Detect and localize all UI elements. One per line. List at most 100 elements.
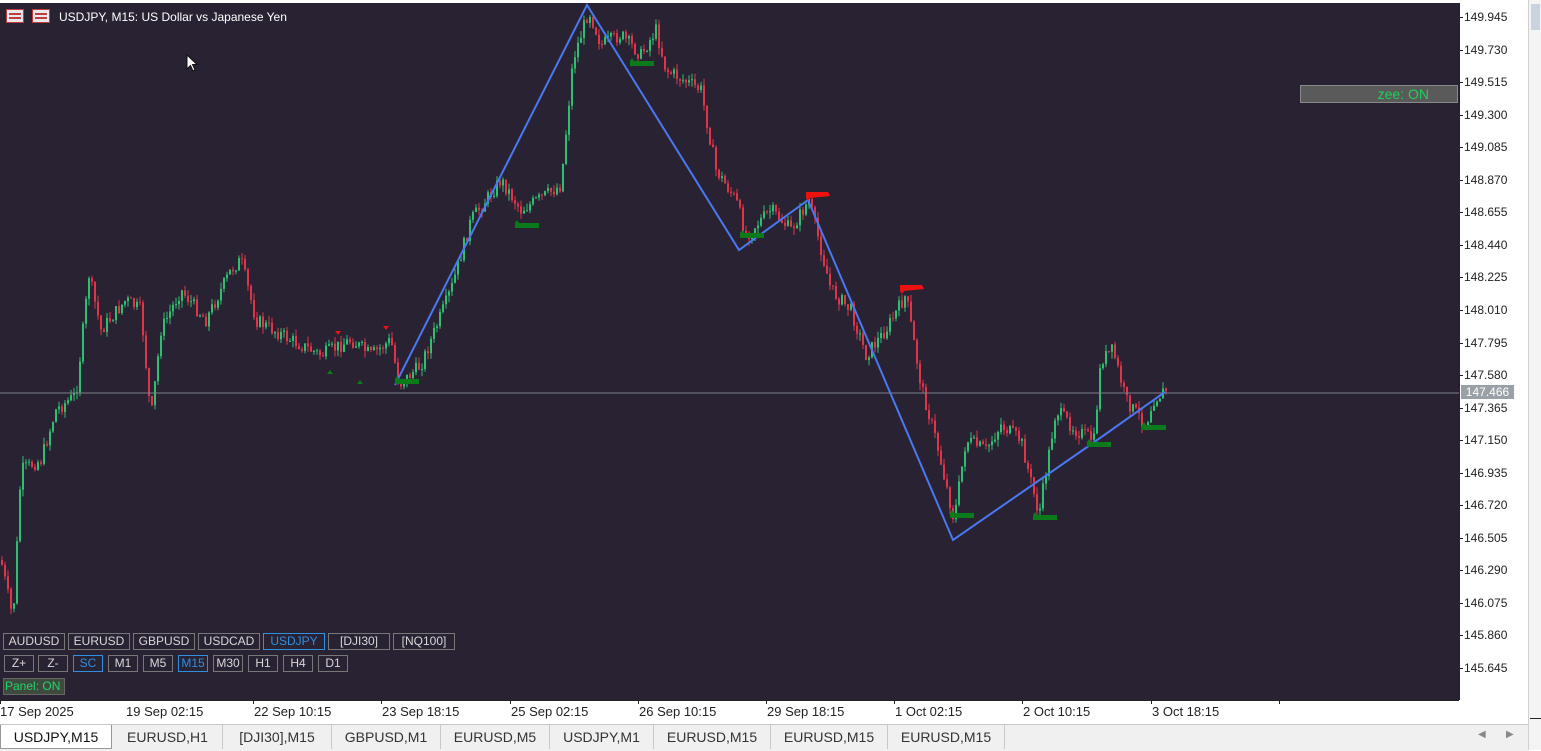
candle-body (103, 329, 105, 332)
candle-body (328, 344, 330, 346)
chart-tab[interactable]: EURUSD,M15 (888, 725, 1005, 749)
symbol-button-audusd[interactable]: AUDUSD (3, 633, 65, 650)
candle-body (532, 197, 534, 205)
price-label: 145.645 (1464, 661, 1508, 675)
symbol-button-usdcad[interactable]: USDCAD (198, 633, 260, 650)
candle-body (877, 337, 879, 348)
chart-tab[interactable]: GBPUSD,M1 (332, 725, 441, 749)
candle-body (412, 372, 414, 379)
candle-body (190, 301, 192, 303)
candle-body (337, 341, 339, 351)
candle-body (445, 295, 447, 305)
control-button-m1[interactable]: M1 (108, 655, 138, 672)
candle-body (364, 342, 366, 351)
time-axis[interactable] (0, 700, 1459, 723)
control-button-d1[interactable]: D1 (318, 655, 348, 672)
candle-body (679, 79, 681, 81)
candle-body (199, 315, 201, 317)
candle-body (178, 300, 180, 305)
candle-body (187, 295, 189, 302)
candle-body (250, 285, 252, 300)
control-button-h1[interactable]: H1 (248, 655, 278, 672)
chart-tab[interactable]: EURUSD,M15 (771, 725, 888, 749)
candle-body (301, 349, 303, 351)
candle-body (784, 223, 786, 226)
symbol-button-gbpusd[interactable]: GBPUSD (133, 633, 195, 650)
scroll-left-icon[interactable]: ◀ (1478, 729, 1486, 740)
control-button-sc[interactable]: SC (73, 655, 103, 672)
candle-body (97, 301, 99, 316)
chart-tab[interactable]: EURUSD,M5 (441, 725, 550, 749)
candle-body (163, 318, 165, 336)
price-tick (1459, 473, 1463, 474)
control-button-m15[interactable]: M15 (178, 655, 208, 672)
chart-tab[interactable]: EURUSD,M15 (654, 725, 771, 749)
candle-body (145, 335, 147, 368)
control-button-h4[interactable]: H4 (283, 655, 313, 672)
scroll-right-icon[interactable]: ▶ (1506, 729, 1514, 740)
candle-body (685, 79, 687, 83)
candle-body (664, 56, 666, 70)
candle-body (583, 20, 585, 38)
chart-tab[interactable]: EURUSD,H1 (113, 725, 223, 749)
candle-body (124, 301, 126, 305)
candle-body (1069, 417, 1071, 431)
candle-body (514, 200, 516, 204)
candle-body (1108, 351, 1110, 352)
candle-body (202, 315, 204, 317)
zee-status-label[interactable]: zee: ON (1300, 85, 1458, 103)
price-label: 146.935 (1464, 466, 1508, 480)
control-button-zminus[interactable]: Z- (38, 655, 68, 672)
candle-body (805, 204, 807, 215)
symbol-button-usdjpy[interactable]: USDJPY (263, 633, 325, 650)
right-scroll-strip[interactable] (1528, 0, 1541, 750)
candle-body (286, 330, 288, 342)
candle-body (628, 36, 630, 39)
candle-body (1111, 344, 1113, 352)
candle-body (622, 31, 624, 40)
time-label: 3 Oct 18:15 (1152, 704, 1220, 719)
chart-tab[interactable]: USDJPY,M15 (0, 725, 112, 749)
candle-body (856, 325, 858, 334)
price-chart[interactable] (0, 3, 1459, 700)
candle-body (544, 191, 546, 196)
candle-body (1102, 364, 1104, 369)
candle-body (778, 211, 780, 221)
control-button-m30[interactable]: M30 (213, 655, 243, 672)
candle-body (979, 441, 981, 446)
symbol-button-nq100[interactable]: [NQ100] (393, 633, 455, 650)
symbol-button-eurusd[interactable]: EURUSD (68, 633, 130, 650)
price-tick (1459, 603, 1463, 604)
candle-body (409, 374, 411, 379)
candle-body (553, 191, 555, 195)
candle-body (1153, 405, 1155, 411)
candle-body (1129, 395, 1131, 412)
panel-toggle-button[interactable]: Panel: ON (3, 678, 65, 695)
candle-body (547, 188, 549, 192)
candle-body (160, 335, 162, 357)
candle-body (1090, 431, 1092, 440)
candle-body (1093, 433, 1095, 440)
symbol-button-dji30[interactable]: [DJI30] (328, 633, 390, 650)
control-button-m5[interactable]: M5 (143, 655, 173, 672)
candle-body (910, 301, 912, 322)
candle-body (559, 187, 561, 192)
candle-body (1012, 425, 1014, 428)
scrollbar-thumb[interactable] (1531, 4, 1540, 30)
candle-body (1078, 436, 1080, 438)
candle-body (499, 180, 501, 186)
chart-tab[interactable]: USDJPY,M1 (550, 725, 654, 749)
candle-body (379, 347, 381, 350)
candle-body (1114, 344, 1116, 358)
control-button-zplus[interactable]: Z+ (4, 655, 34, 672)
price-tick (1459, 277, 1463, 278)
candle-body (475, 207, 477, 212)
chart-tab[interactable]: [DJI30],M15 (223, 725, 332, 749)
chart-list-icon[interactable] (6, 9, 24, 23)
candle-body (181, 290, 183, 301)
chart-grid-icon[interactable] (32, 9, 50, 23)
candle-body (1036, 493, 1038, 511)
up-arrow-icon (327, 370, 333, 374)
candle-body (205, 316, 207, 327)
candle-body (1135, 404, 1137, 408)
